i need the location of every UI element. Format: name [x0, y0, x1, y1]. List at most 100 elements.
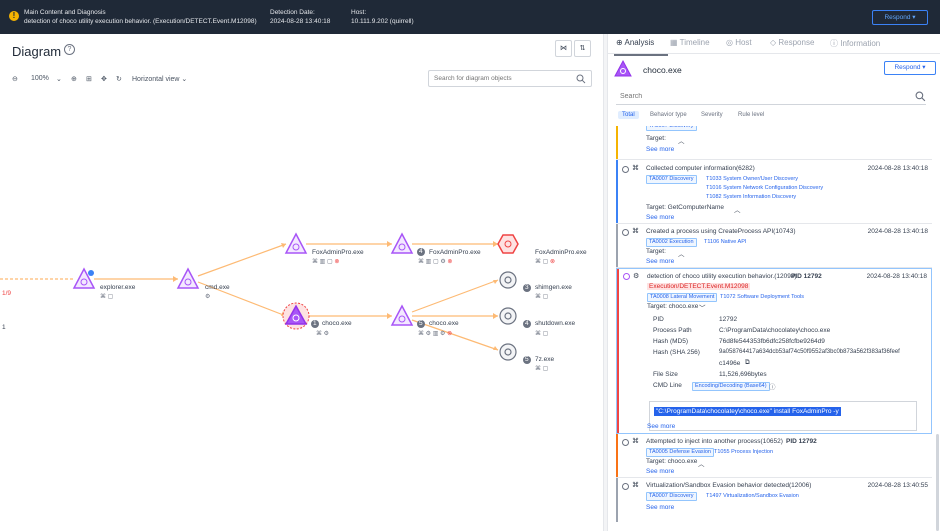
node-count: 3 — [525, 284, 529, 291]
node-badge-icons: ⚙ — [205, 294, 211, 300]
event-title: Created a process using CreateProcess AP… — [646, 228, 796, 235]
host-value: 10.111.9.202 (quirrell) — [351, 18, 414, 25]
node-cmd[interactable] — [176, 267, 200, 289]
chevron-up-icon[interactable]: ︿ — [678, 248, 685, 258]
tab-information[interactable]: ⓘ Information — [830, 38, 880, 49]
node-badge-icons: ⌘ ▢ ⊗ — [535, 259, 556, 265]
event-target: Target: — [646, 248, 666, 255]
technique-link[interactable]: T1072 Software Deployment Tools — [720, 294, 804, 300]
chevron-up-icon[interactable]: ︿ — [678, 135, 685, 145]
encoding-button[interactable]: Encoding/Decoding (Base64) — [692, 382, 770, 391]
tab-bar: ⊕ Analysis ▦ Timeline ◎ Host ◇ Response … — [608, 34, 940, 54]
technique-link[interactable]: T1106 Native API — [704, 239, 746, 245]
event-time: 2024-08-28 13:40:55 — [867, 482, 928, 489]
tab-host[interactable]: ◎ Host — [726, 38, 752, 47]
severity-bar — [617, 269, 619, 433]
event-target: Target: — [646, 135, 666, 142]
tactic-tag: TA0007 Discovery — [646, 492, 697, 501]
event-item-selected[interactable]: ⚙ detection of choco utility execution b… — [616, 268, 932, 434]
chevron-up-icon[interactable]: ︿ — [698, 458, 705, 468]
node-foxadminpro-2[interactable] — [390, 232, 414, 254]
node-label: explorer.exe — [100, 284, 136, 291]
chevron-down-icon[interactable]: ﹀ — [699, 302, 706, 312]
info-icon[interactable]: ⓘ — [769, 381, 776, 391]
node-label: shimgen.exe — [535, 284, 572, 291]
cmd-line-text[interactable]: "C:\ProgramData\chocolatey\choco.exe" in… — [654, 407, 841, 416]
event-checkbox[interactable] — [622, 483, 629, 490]
event-checkbox[interactable] — [622, 439, 629, 446]
event-item[interactable]: ⌘ Attempted to inject into another proce… — [616, 434, 932, 478]
see-more-link[interactable]: See more — [646, 468, 674, 475]
filter-rule-level[interactable]: Rule level — [734, 111, 768, 119]
event-item[interactable]: TA0007 Discovery Target: ︿ See more — [616, 126, 932, 160]
node-label: FoxAdminPro.exe — [312, 249, 364, 256]
event-item[interactable]: ⌘ Created a process using CreateProcess … — [616, 224, 932, 268]
technique-link[interactable]: T1497 Virtualization/Sandbox Evasion — [706, 493, 799, 499]
node-count-label: 4 — [525, 320, 529, 327]
see-more-link[interactable]: See more — [646, 214, 674, 221]
see-more-link[interactable]: See more — [647, 423, 675, 430]
node-foxadminpro-1[interactable] — [284, 232, 308, 254]
tab-analysis[interactable]: ⊕ Analysis — [616, 38, 654, 47]
tab-label: Host — [735, 38, 752, 47]
node-foxadminpro-alert[interactable] — [497, 234, 519, 254]
node-explorer[interactable] — [72, 267, 96, 289]
event-item[interactable]: ⌘ Virtualization/Sandbox Evasion behavio… — [616, 478, 932, 522]
detail-value: C:\ProgramData\chocolatey\choco.exe — [719, 327, 831, 334]
respond-button[interactable]: Respond ▾ — [884, 61, 936, 75]
search-icon[interactable] — [915, 91, 926, 102]
tab-label: Analysis — [624, 38, 655, 47]
tab-label: Timeline — [679, 38, 710, 47]
event-checkbox[interactable] — [623, 273, 630, 280]
event-pid: PID 12792 — [786, 438, 817, 445]
edge — [197, 243, 287, 277]
node-choco-selected[interactable] — [282, 302, 310, 330]
process-icon — [614, 59, 632, 77]
filter-behavior-type[interactable]: Behavior type — [646, 111, 691, 119]
detail-key: PID — [653, 316, 664, 323]
node-count-label: 5 — [525, 356, 529, 363]
event-checkbox[interactable] — [622, 166, 629, 173]
node-choco-2[interactable] — [390, 304, 414, 326]
node-badge-icons: ⌘ ▢ — [535, 331, 549, 337]
see-more-link[interactable]: See more — [646, 258, 674, 265]
technique-link[interactable]: T1033 System Owner/User Discovery — [706, 176, 798, 182]
node-count: 4 — [525, 320, 529, 327]
tab-timeline[interactable]: ▦ Timeline — [670, 38, 710, 47]
tactic-tag: TA0007 Discovery — [646, 175, 697, 184]
external-link-icon[interactable]: ⧉ — [745, 359, 750, 367]
node-shutdown[interactable] — [499, 307, 517, 325]
node-count-label: 5 — [419, 320, 423, 327]
node-count-label: 3 — [525, 284, 529, 291]
detail-value: 76d8fe544353fb6dfc258fcfbe9264d9 — [719, 338, 825, 345]
node-7z[interactable] — [499, 343, 517, 361]
detail-key: Hash (MD5) — [653, 338, 689, 345]
event-checkbox[interactable] — [622, 229, 629, 236]
technique-link[interactable]: T1016 System Network Configuration Disco… — [706, 185, 823, 191]
detail-key: File Size — [653, 371, 678, 378]
technique-link[interactable]: T1055 Process Injection — [714, 449, 773, 455]
command-icon: ⌘ — [632, 482, 639, 489]
command-icon: ⌘ — [632, 438, 639, 445]
respond-button-top[interactable]: Respond ▾ — [872, 10, 928, 25]
event-search-input[interactable] — [616, 88, 896, 104]
event-list: TA0007 Discovery Target: ︿ See more ⌘ Co… — [616, 126, 932, 531]
arrow-head — [387, 241, 392, 247]
technique-link[interactable]: T1082 System Information Discovery — [706, 194, 796, 200]
filter-total[interactable]: Total — [618, 111, 639, 119]
chevron-up-icon[interactable]: ︿ — [734, 204, 741, 214]
event-target: Target: choco.exe — [647, 303, 699, 310]
event-search[interactable] — [616, 88, 926, 105]
see-more-link[interactable]: See more — [646, 504, 674, 511]
cmd-line-box[interactable]: "C:\ProgramData\chocolatey\choco.exe" in… — [649, 401, 917, 431]
see-more-link[interactable]: See more — [646, 146, 674, 153]
scrollbar[interactable] — [936, 434, 939, 531]
node-label: FoxAdminPro.exe — [429, 249, 481, 256]
process-diagram — [0, 232, 531, 364]
filter-severity[interactable]: Severity — [697, 111, 727, 119]
tactic-tag: TA0002 Execution — [646, 238, 697, 247]
node-shimgen[interactable] — [499, 271, 517, 289]
tab-response[interactable]: ◇ Response — [770, 38, 814, 47]
event-item[interactable]: ⌘ Collected computer information(6282) 2… — [616, 160, 932, 224]
node-label: cmd.exe — [205, 284, 230, 291]
